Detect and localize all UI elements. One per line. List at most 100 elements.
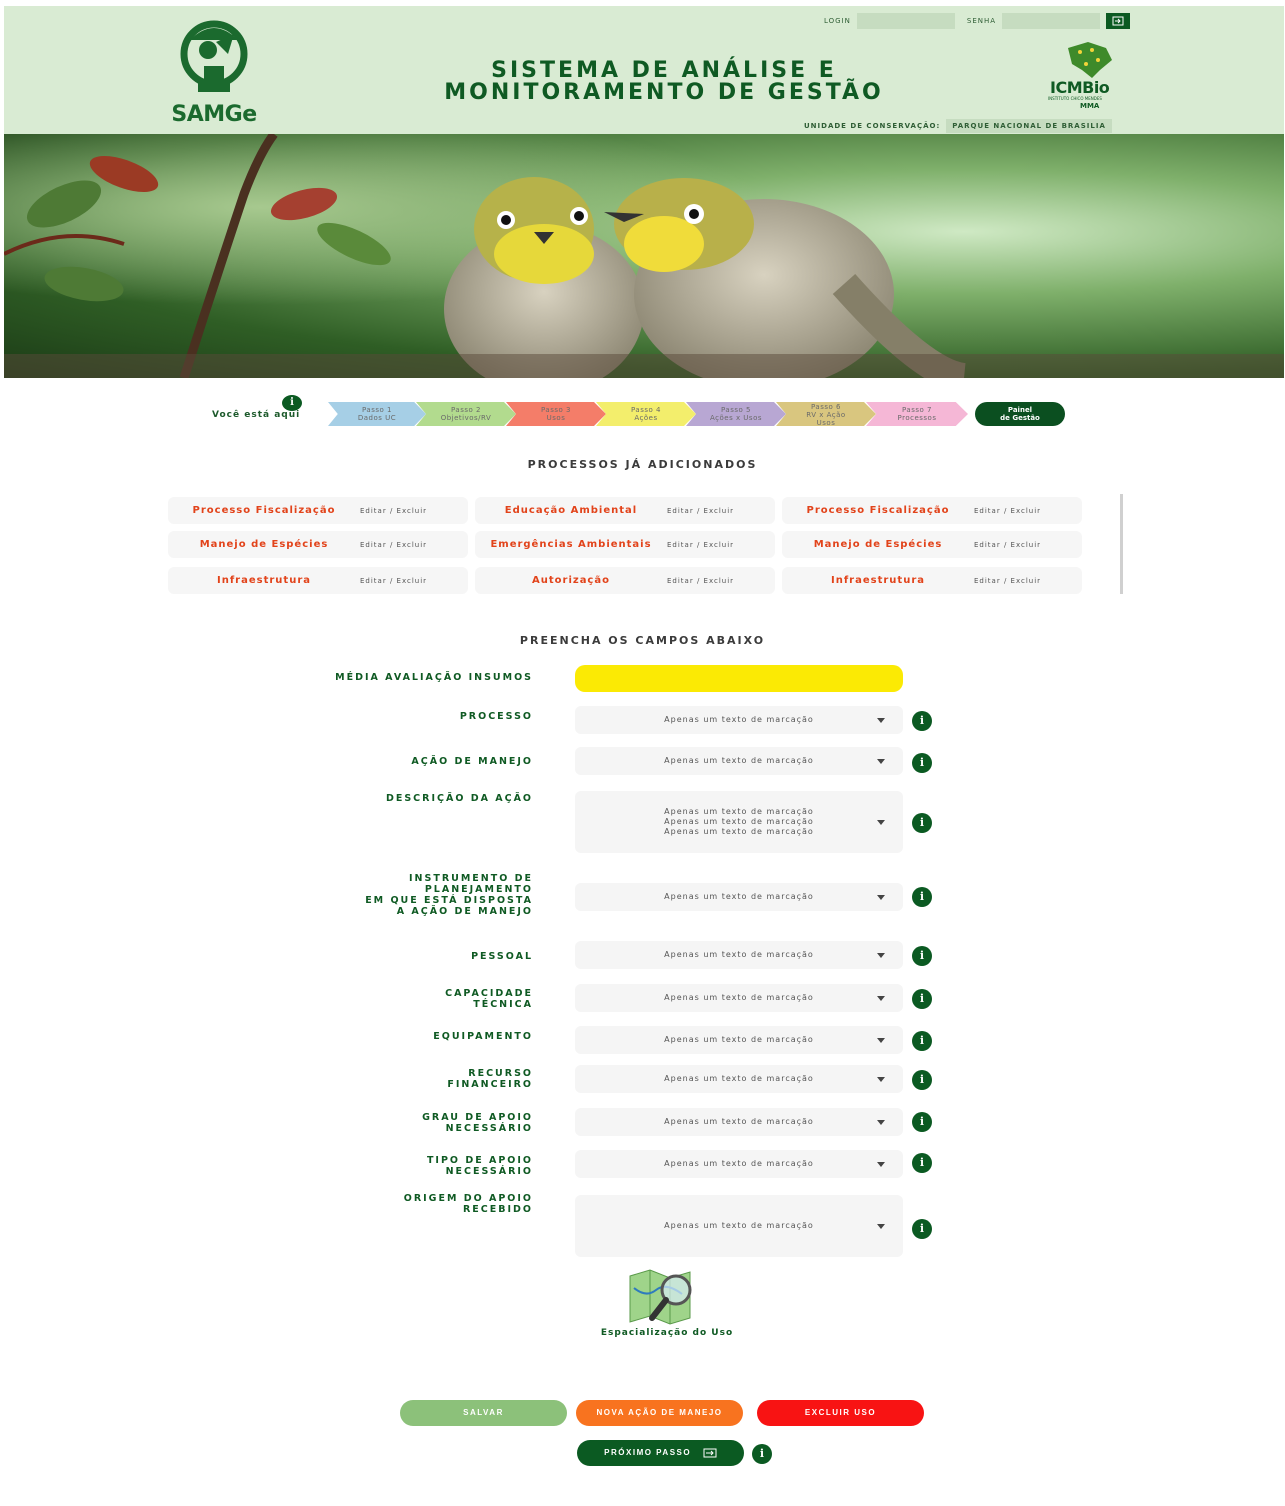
step-6-line-1: Passo 6	[811, 403, 841, 411]
step-3[interactable]: Passo 3 Usos	[506, 402, 606, 426]
processo-select[interactable]: Apenas um texto de marcação	[575, 706, 903, 734]
info-icon[interactable]: i	[912, 989, 932, 1009]
info-icon[interactable]: i	[912, 1031, 932, 1051]
processes-title: PROCESSOS JÁ ADICIONADOS	[527, 458, 758, 471]
info-icon[interactable]: i	[912, 946, 932, 966]
map-search-icon[interactable]	[626, 1268, 708, 1328]
process-actions[interactable]: Editar / Excluir	[667, 577, 775, 585]
title-line-1: SISTEMA DE ANÁLISE E	[491, 58, 837, 83]
process-name[interactable]: Processo Fiscalização	[168, 505, 360, 516]
step-2-line-2: Objetivos/RV	[440, 414, 492, 422]
chevron-down-icon	[877, 759, 885, 764]
process-name[interactable]: Educação Ambiental	[475, 505, 667, 516]
senha-input[interactable]	[1002, 13, 1101, 29]
process-name[interactable]: Infraestrutura	[782, 575, 974, 586]
process-card: Infraestrutura Editar / Excluir	[782, 567, 1082, 594]
step-1-line-1: Passo 1	[362, 406, 392, 414]
login-arrow-icon	[1112, 16, 1124, 26]
unidade-value[interactable]: PARQUE NACIONAL DE BRASILIA	[946, 119, 1112, 133]
info-icon[interactable]: i	[912, 1070, 932, 1090]
salvar-button[interactable]: SALVAR	[400, 1400, 567, 1426]
info-icon[interactable]: i	[752, 1444, 772, 1464]
step-7-line-1: Passo 7	[902, 406, 932, 414]
pessoal-select[interactable]: Apenas um texto de marcação	[575, 941, 903, 969]
descricao-select[interactable]: Apenas um texto de marcação Apenas um te…	[575, 791, 903, 853]
tipo-placeholder: Apenas um texto de marcação	[664, 1159, 814, 1168]
process-actions[interactable]: Editar / Excluir	[667, 541, 775, 549]
equipamento-select[interactable]: Apenas um texto de marcação	[575, 1026, 903, 1054]
info-icon[interactable]: i	[912, 887, 932, 907]
acao-select[interactable]: Apenas um texto de marcação	[575, 747, 903, 775]
recurso-select[interactable]: Apenas um texto de marcação	[575, 1065, 903, 1093]
process-name[interactable]: Processo Fiscalização	[782, 505, 974, 516]
hero-banner	[4, 134, 1284, 378]
process-actions[interactable]: Editar / Excluir	[974, 507, 1082, 515]
chevron-down-icon	[877, 1077, 885, 1082]
icmbio-logo[interactable]: ICMBio INSTITUTO CHICO MENDES MMA	[1044, 40, 1134, 112]
info-icon[interactable]: i	[912, 1219, 932, 1239]
info-icon[interactable]: i	[912, 753, 932, 773]
login-submit-button[interactable]	[1106, 13, 1131, 29]
info-icon[interactable]: i	[912, 1153, 932, 1173]
proximo-passo-button[interactable]: PRÓXIMO PASSO	[577, 1440, 744, 1466]
process-name[interactable]: Emergências Ambientais	[475, 539, 667, 550]
origem-placeholder: Apenas um texto de marcação	[664, 1221, 814, 1230]
map-label[interactable]: Espacialização do Uso	[560, 1328, 774, 1338]
processes-scrollbar[interactable]	[1120, 494, 1123, 594]
process-actions[interactable]: Editar / Excluir	[667, 507, 775, 515]
nova-acao-button[interactable]: NOVA AÇÃO DE MANEJO	[576, 1400, 743, 1426]
you-are-here-label: Você está aqui	[212, 410, 301, 420]
brazil-map-icon	[1068, 42, 1112, 78]
process-name[interactable]: Manejo de Espécies	[782, 539, 974, 550]
step-5[interactable]: Passo 5 Ações x Usos	[686, 402, 786, 426]
instrumento-select[interactable]: Apenas um texto de marcação	[575, 883, 903, 911]
descricao-placeholder: Apenas um texto de marcação Apenas um te…	[664, 807, 814, 836]
step-4[interactable]: Passo 4 Ações	[596, 402, 696, 426]
process-actions[interactable]: Editar / Excluir	[360, 577, 468, 585]
equipamento-label: EQUIPAMENTO	[433, 1031, 533, 1042]
process-card: Manejo de Espécies Editar / Excluir	[168, 531, 468, 558]
process-name[interactable]: Autorização	[475, 575, 667, 586]
login-label: LOGIN	[824, 17, 851, 25]
process-card: Emergências Ambientais Editar / Excluir	[475, 531, 775, 558]
chevron-down-icon	[877, 996, 885, 1001]
info-icon[interactable]: i	[912, 1112, 932, 1132]
process-actions[interactable]: Editar / Excluir	[360, 507, 468, 515]
info-icon[interactable]: i	[912, 711, 932, 731]
step-6[interactable]: Passo 6 RV x Ação Usos	[776, 402, 876, 426]
grau-select[interactable]: Apenas um texto de marcação	[575, 1108, 903, 1136]
login-input[interactable]	[856, 13, 955, 29]
origem-select[interactable]: Apenas um texto de marcação	[575, 1195, 903, 1257]
samge-logo[interactable]: SAMGe	[164, 20, 264, 128]
step-6-line-2: RV x Ação	[806, 411, 846, 419]
origem-label: ORIGEM DO APOIO RECEBIDO	[403, 1193, 533, 1215]
step-7[interactable]: Passo 7 Processos	[866, 402, 968, 426]
info-glyph: i	[282, 395, 302, 411]
title-line-2: MONITORAMENTO DE GESTÃO	[444, 80, 884, 105]
process-card: Processo Fiscalização Editar / Excluir	[168, 497, 468, 524]
grau-placeholder: Apenas um texto de marcação	[664, 1117, 814, 1126]
processo-label: PROCESSO	[459, 711, 533, 722]
process-name[interactable]: Manejo de Espécies	[168, 539, 360, 550]
excluir-uso-button[interactable]: EXCLUIR USO	[757, 1400, 924, 1426]
painel-de-gestao-button[interactable]: Painel de Gestão	[975, 402, 1065, 426]
pessoal-placeholder: Apenas um texto de marcação	[664, 950, 814, 959]
process-actions[interactable]: Editar / Excluir	[974, 541, 1082, 549]
process-actions[interactable]: Editar / Excluir	[974, 577, 1082, 585]
tipo-select[interactable]: Apenas um texto de marcação	[575, 1150, 903, 1178]
step-3-line-2: Usos	[546, 414, 566, 422]
arrow-right-icon	[703, 1448, 717, 1458]
info-icon[interactable]: i	[912, 813, 932, 833]
chevron-down-icon	[877, 953, 885, 958]
info-icon[interactable]: i	[282, 395, 302, 411]
process-name[interactable]: Infraestrutura	[168, 575, 360, 586]
step-1-line-2: Dados UC	[357, 414, 397, 422]
recurso-placeholder: Apenas um texto de marcação	[664, 1074, 814, 1083]
chevron-down-icon	[877, 1162, 885, 1167]
step-4-line-1: Passo 4	[631, 406, 661, 414]
capacidade-select[interactable]: Apenas um texto de marcação	[575, 984, 903, 1012]
instrumento-label: INSTRUMENTO DE PLANEJAMENTO EM QUE ESTÁ …	[365, 873, 533, 917]
step-1[interactable]: Passo 1 Dados UC	[328, 402, 426, 426]
step-2[interactable]: Passo 2 Objetivos/RV	[416, 402, 516, 426]
process-actions[interactable]: Editar / Excluir	[360, 541, 468, 549]
